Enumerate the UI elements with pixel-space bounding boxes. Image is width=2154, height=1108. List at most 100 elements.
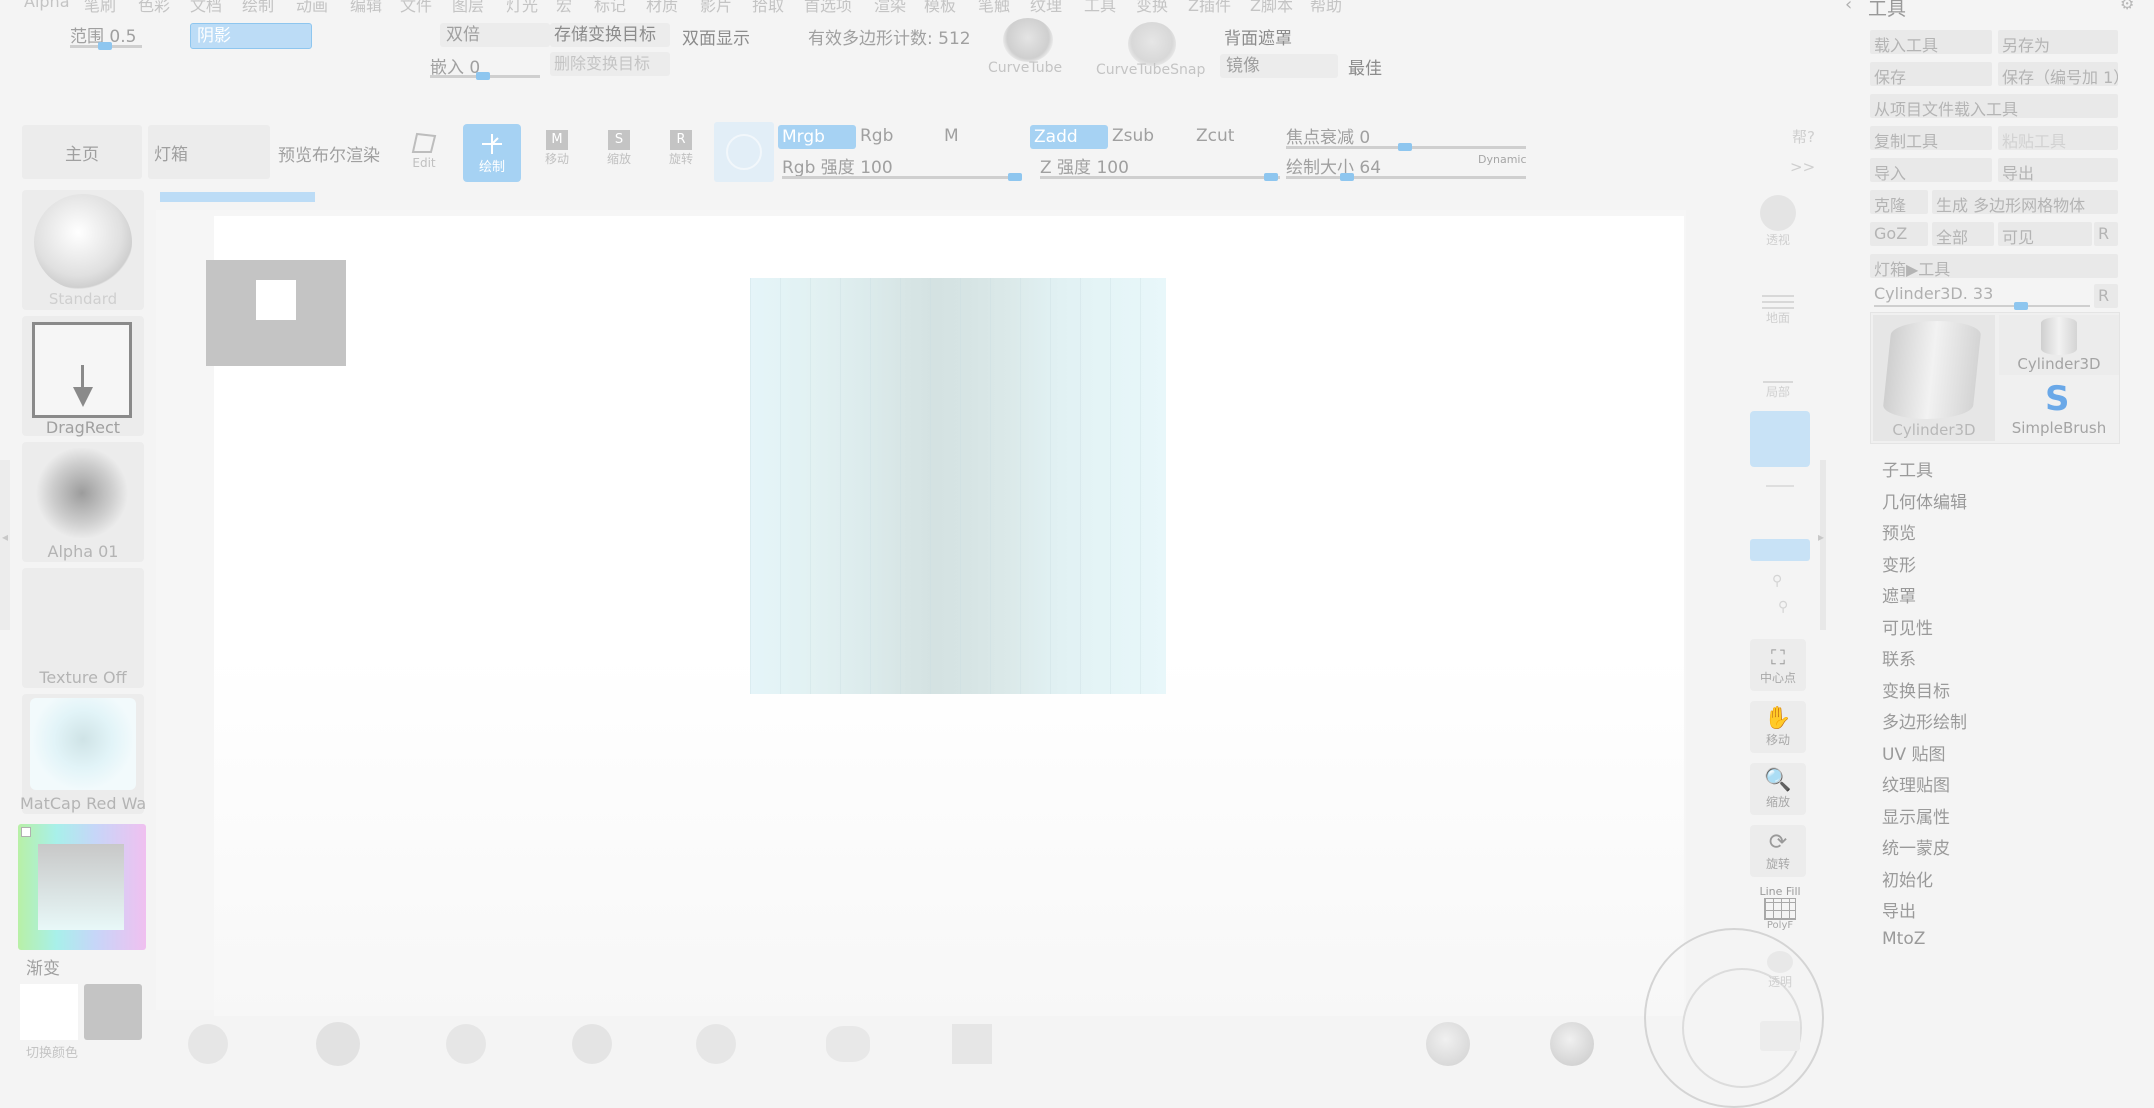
local-button[interactable]: 局部 bbox=[1746, 365, 1810, 409]
visible-button[interactable]: 可见 bbox=[1998, 222, 2092, 246]
backface-mask-label[interactable]: 背面遮罩 bbox=[1224, 24, 1292, 49]
current-tool-slider-label[interactable]: Cylinder3D. 33 bbox=[1874, 284, 1993, 303]
dynamic-toggle[interactable]: Dynamic bbox=[1478, 153, 1527, 166]
sym-button[interactable] bbox=[1750, 485, 1810, 525]
curvetubesnap-icon[interactable] bbox=[1128, 22, 1176, 66]
focal-shift-slider[interactable] bbox=[1286, 143, 1526, 151]
menu-brush[interactable]: 笔刷 bbox=[84, 0, 116, 16]
section-polypaint[interactable]: 多边形绘制 bbox=[1882, 708, 1967, 733]
chevron-left-icon[interactable]: ‹ bbox=[1845, 0, 1852, 15]
save-inc-button[interactable]: 保存（编号加 1） bbox=[1998, 62, 2118, 86]
menu-help[interactable]: 帮助 bbox=[1310, 0, 1342, 16]
menu-movie[interactable]: 动画 bbox=[296, 0, 328, 16]
focal-shift-label[interactable]: 焦点衰减 0 bbox=[1286, 123, 1370, 148]
color-picker-swatch[interactable] bbox=[38, 844, 124, 930]
tool-thumb-main[interactable]: Cylinder3D bbox=[1873, 315, 1995, 441]
bottom-brush-4[interactable] bbox=[572, 1024, 612, 1064]
section-subtool[interactable]: 子工具 bbox=[1882, 456, 1933, 481]
menu-picker[interactable]: 拾取 bbox=[752, 0, 784, 16]
double-button[interactable]: 双倍 bbox=[440, 23, 550, 47]
menu-render[interactable]: 渲染 bbox=[874, 0, 906, 16]
section-visibility[interactable]: 可见性 bbox=[1882, 614, 1933, 639]
tab-home[interactable]: 主页 bbox=[22, 125, 142, 179]
menu-transform[interactable]: 变换 bbox=[1136, 0, 1168, 16]
menu-color[interactable]: 色彩 bbox=[138, 0, 170, 16]
brush-button[interactable]: Standard bbox=[22, 190, 144, 310]
goz-button[interactable]: GoZ bbox=[1870, 222, 1928, 246]
ghost-button[interactable] bbox=[1760, 1021, 1800, 1051]
bottom-brush-8[interactable] bbox=[1426, 1022, 1470, 1066]
xyz-button[interactable] bbox=[1750, 411, 1810, 467]
zadd-button[interactable]: Zadd bbox=[1030, 125, 1108, 149]
section-uv-map[interactable]: UV 贴图 bbox=[1882, 740, 1945, 765]
delete-morph-button[interactable]: 删除变换目标 bbox=[550, 52, 670, 76]
m-button[interactable]: M bbox=[944, 126, 959, 146]
zcut-button[interactable]: Zcut bbox=[1196, 126, 1234, 146]
z-intensity-knob[interactable] bbox=[1264, 173, 1278, 181]
load-tool-button[interactable]: 载入工具 bbox=[1870, 30, 1992, 54]
document-canvas[interactable] bbox=[206, 216, 1824, 1108]
draw-size-label[interactable]: 绘制大小 64 bbox=[1286, 153, 1381, 178]
current-tool-knob[interactable] bbox=[2014, 302, 2028, 310]
focal-shift-knob[interactable] bbox=[1398, 143, 1412, 151]
small-highlight-button[interactable] bbox=[1750, 539, 1810, 561]
bottom-brush-1[interactable] bbox=[188, 1024, 228, 1064]
paste-tool-button[interactable]: 粘贴工具 bbox=[1998, 126, 2118, 150]
zsub-button[interactable]: Zsub bbox=[1112, 126, 1154, 146]
main-color-swatch[interactable] bbox=[20, 984, 78, 1040]
stroke-button[interactable]: DragRect bbox=[22, 316, 144, 437]
alpha-button[interactable]: Alpha 01 bbox=[22, 442, 144, 562]
canvas-area[interactable] bbox=[156, 210, 1824, 1108]
all-button[interactable]: 全部 bbox=[1932, 222, 1994, 246]
gizmo-button[interactable] bbox=[714, 122, 774, 182]
menu-zplugin[interactable]: Z插件 bbox=[1188, 0, 1231, 16]
draw-button[interactable]: 绘制 bbox=[463, 124, 521, 182]
bottom-brush-5[interactable] bbox=[696, 1024, 736, 1064]
bottom-brush-3[interactable] bbox=[446, 1024, 486, 1064]
menu-document[interactable]: 文档 bbox=[190, 0, 222, 16]
bottom-brush-9[interactable] bbox=[1550, 1022, 1594, 1066]
menu-preferences[interactable]: 首选项 bbox=[804, 0, 852, 16]
linefill-button[interactable]: Line Fill PolyF bbox=[1750, 885, 1810, 933]
tab-lightbox[interactable]: 灯箱 bbox=[148, 125, 270, 179]
tool-thumb-small-2[interactable]: S SimpleBrush bbox=[1999, 379, 2119, 441]
store-morph-button[interactable]: 存储变换目标 bbox=[550, 23, 670, 47]
persp-button[interactable]: 透视 bbox=[1746, 195, 1810, 277]
texture-button[interactable]: Texture Off bbox=[22, 568, 144, 688]
lightbox-tool-button[interactable]: 灯箱▶工具 bbox=[1870, 254, 2118, 278]
range-slider[interactable] bbox=[70, 42, 142, 50]
menu-movie2[interactable]: 影片 bbox=[700, 0, 732, 16]
menu-edit[interactable]: 编辑 bbox=[350, 0, 382, 16]
menu-marker[interactable]: 标记 bbox=[594, 0, 626, 16]
section-geometry[interactable]: 几何体编辑 bbox=[1882, 488, 1967, 513]
load-from-project-button[interactable]: 从项目文件载入工具 bbox=[1870, 94, 2118, 118]
lock-icon-2[interactable]: ⚲ bbox=[1778, 599, 1788, 615]
embed-slider[interactable] bbox=[430, 72, 540, 80]
curvetube-icon[interactable] bbox=[1003, 18, 1053, 62]
menu-draw[interactable]: 绘制 bbox=[242, 0, 274, 16]
rgb-button[interactable]: Rgb bbox=[860, 126, 893, 146]
current-tool-slider[interactable] bbox=[1874, 302, 2090, 310]
draw-size-slider[interactable] bbox=[1286, 173, 1526, 181]
save-as-button[interactable]: 另存为 bbox=[1998, 30, 2118, 54]
menu-stencil[interactable]: 模板 bbox=[924, 0, 956, 16]
rgb-intensity-knob[interactable] bbox=[1008, 173, 1022, 181]
copy-tool-button[interactable]: 复制工具 bbox=[1870, 126, 1992, 150]
menu-file[interactable]: 文件 bbox=[400, 0, 432, 16]
import-button[interactable]: 导入 bbox=[1870, 158, 1992, 182]
mrgb-button[interactable]: Mrgb bbox=[778, 125, 856, 149]
embed-slider-knob[interactable] bbox=[476, 72, 490, 80]
section-deformation[interactable]: 变形 bbox=[1882, 551, 1916, 576]
edit-button[interactable]: Edit bbox=[404, 130, 444, 174]
bottom-brush-2[interactable] bbox=[316, 1022, 360, 1066]
section-export[interactable]: 导出 bbox=[1882, 897, 1916, 922]
section-texture-map[interactable]: 纹理贴图 bbox=[1882, 771, 1950, 796]
range-slider-knob[interactable] bbox=[98, 42, 112, 50]
goz-r-button[interactable]: R bbox=[2094, 222, 2118, 246]
expand-icon[interactable]: >> bbox=[1790, 158, 1815, 176]
transp-button[interactable]: 透明 bbox=[1750, 951, 1810, 999]
mirror-button[interactable]: 镜像 bbox=[1220, 54, 1338, 78]
right-shelf-scrollbar[interactable] bbox=[1820, 460, 1826, 630]
navigator-thumbnail[interactable] bbox=[206, 260, 346, 366]
settings-icon[interactable]: ⚙ bbox=[2120, 0, 2134, 13]
